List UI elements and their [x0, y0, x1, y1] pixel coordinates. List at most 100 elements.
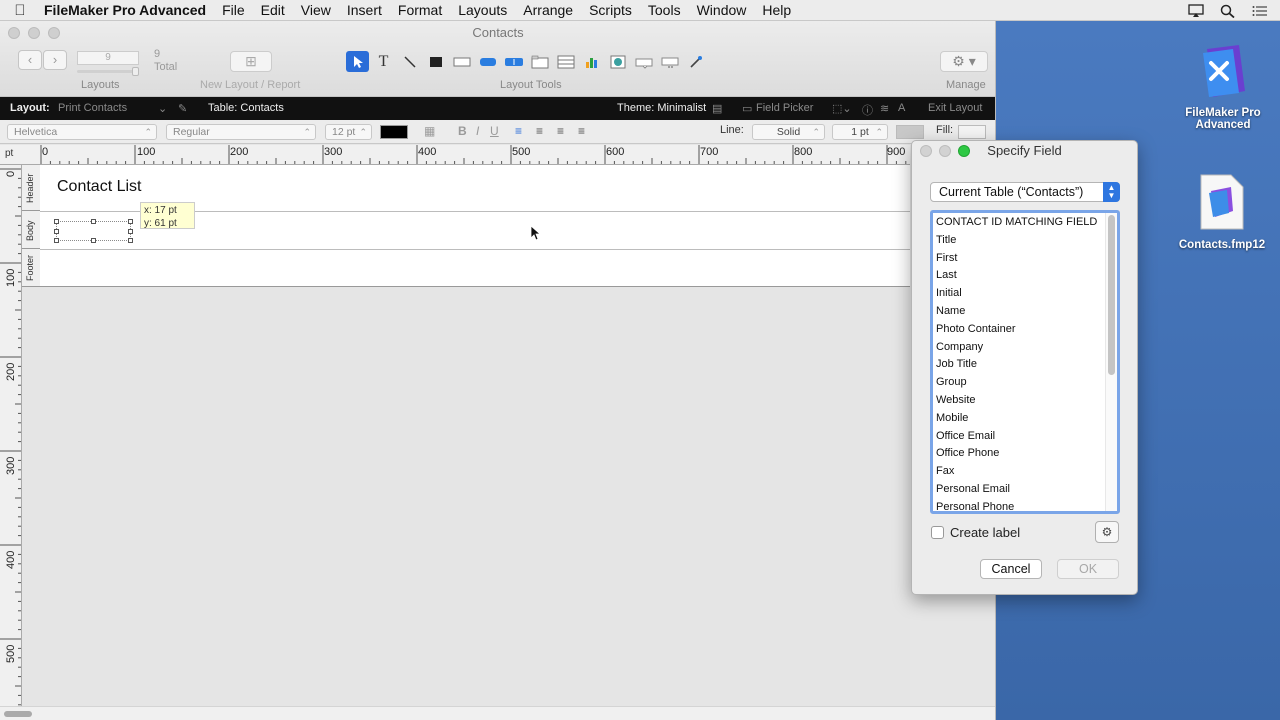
field-list-item[interactable]: Photo Container: [933, 321, 1117, 339]
change-theme-icon[interactable]: ▤: [712, 102, 722, 115]
field-list-item[interactable]: CONTACT ID MATCHING FIELD: [933, 214, 1117, 232]
field-list[interactable]: CONTACT ID MATCHING FIELD Title First Last I…: [930, 210, 1120, 514]
layout-canvas[interactable]: Header Body Footer Contact List x: 17 pt…: [22, 165, 910, 720]
body-part-tab[interactable]: Body: [22, 211, 40, 249]
field-list-item[interactable]: Personal Phone: [933, 499, 1117, 511]
line-tool[interactable]: [398, 51, 421, 72]
text-highlight-icon[interactable]: ▦: [424, 124, 435, 138]
menu-tools[interactable]: Tools: [640, 0, 689, 21]
dialog-minimize-button[interactable]: [939, 145, 951, 157]
field-list-item[interactable]: Office Email: [933, 428, 1117, 446]
font-style-selector[interactable]: Regular: [166, 124, 316, 140]
text-size-icon[interactable]: A: [898, 102, 905, 114]
field-list-scroll-track[interactable]: [1105, 213, 1117, 511]
align-right-icon[interactable]: ≡: [557, 124, 564, 138]
desktop-file-icon[interactable]: Contacts.fmp12: [1172, 173, 1272, 251]
horizontal-scrollbar[interactable]: [0, 706, 995, 720]
menu-insert[interactable]: Insert: [339, 0, 390, 21]
slider-thumb[interactable]: [132, 67, 139, 76]
field-picker-icon[interactable]: ▭: [742, 102, 752, 115]
text-color-swatch[interactable]: [380, 125, 408, 139]
desktop-app-icon[interactable]: FileMaker Pro Advanced: [1176, 41, 1270, 131]
menu-arrange[interactable]: Arrange: [515, 0, 581, 21]
field-list-item[interactable]: Company: [933, 339, 1117, 357]
inspector-info-icon[interactable]: ⓘ: [862, 102, 873, 118]
underline-icon[interactable]: U: [490, 124, 499, 138]
field-list-item[interactable]: Last: [933, 267, 1117, 285]
field-list-item[interactable]: First: [933, 250, 1117, 268]
resize-handle[interactable]: [128, 219, 133, 224]
field-picker-button[interactable]: Field Picker: [756, 102, 813, 114]
menu-help[interactable]: Help: [754, 0, 799, 21]
popover-button-tool[interactable]: [632, 51, 655, 72]
field-list-item[interactable]: Job Title: [933, 356, 1117, 374]
cancel-button[interactable]: Cancel: [980, 559, 1042, 579]
field-list-item[interactable]: Mobile: [933, 410, 1117, 428]
bold-icon[interactable]: B: [458, 124, 467, 138]
create-label-option[interactable]: Create label: [931, 525, 1020, 540]
scrollbar-thumb[interactable]: [4, 711, 32, 717]
exit-layout-button[interactable]: Exit Layout: [928, 102, 982, 114]
next-layout-button[interactable]: ›: [43, 50, 67, 70]
menu-format[interactable]: Format: [390, 0, 450, 21]
portal-tool[interactable]: [554, 51, 577, 72]
layout-number-field[interactable]: 9: [77, 51, 139, 65]
button-tool[interactable]: [476, 51, 499, 72]
font-size-selector[interactable]: 12 pt: [325, 124, 372, 140]
menu-view[interactable]: View: [293, 0, 339, 21]
menu-app-name[interactable]: FileMaker Pro Advanced: [40, 0, 214, 21]
field-list-item[interactable]: Fax: [933, 463, 1117, 481]
field-tool[interactable]: [450, 51, 473, 72]
notification-center-icon[interactable]: [1252, 4, 1268, 18]
field-list-scroll-thumb[interactable]: [1108, 215, 1115, 375]
edit-layout-pencil-icon[interactable]: ✎: [178, 102, 187, 115]
resize-handle[interactable]: [128, 229, 133, 234]
previous-layout-button[interactable]: ‹: [18, 50, 42, 70]
resize-handle[interactable]: [91, 238, 96, 243]
field-list-item[interactable]: Personal Email: [933, 481, 1117, 499]
line-width-selector[interactable]: 1 pt: [832, 124, 888, 140]
layout-selector[interactable]: Print Contacts: [58, 102, 127, 114]
new-layout-button[interactable]: ⊞: [230, 51, 272, 72]
italic-icon[interactable]: I: [476, 124, 479, 138]
rectangle-tool[interactable]: [424, 51, 447, 72]
label-options-button[interactable]: ⚙: [1095, 521, 1119, 543]
resize-handle[interactable]: [54, 219, 59, 224]
chart-tool[interactable]: [580, 51, 603, 72]
footer-part-tab[interactable]: Footer: [22, 249, 40, 287]
create-label-checkbox[interactable]: [931, 526, 944, 539]
align-justify-icon[interactable]: ≡: [578, 124, 585, 138]
spotlight-search-icon[interactable]: [1220, 4, 1236, 18]
align-left-icon[interactable]: ≡: [515, 124, 522, 138]
menu-window[interactable]: Window: [689, 0, 755, 21]
header-part-tab[interactable]: Header: [22, 165, 40, 211]
field-list-item[interactable]: Name: [933, 303, 1117, 321]
manage-button[interactable]: ⚙ ▾: [940, 51, 988, 72]
body-footer-divider[interactable]: [40, 249, 910, 250]
menu-scripts[interactable]: Scripts: [581, 0, 640, 21]
resize-handle[interactable]: [54, 229, 59, 234]
dialog-zoom-button[interactable]: [958, 145, 970, 157]
table-selector[interactable]: Current Table (“Contacts”) ▲ ▼: [930, 182, 1120, 202]
ok-button[interactable]: OK: [1057, 559, 1119, 579]
text-tool[interactable]: T: [372, 51, 395, 72]
menu-file[interactable]: File: [214, 0, 253, 21]
layers-icon[interactable]: ≋: [880, 102, 889, 115]
tab-control-tool[interactable]: [528, 51, 551, 72]
field-list-item[interactable]: Office Phone: [933, 445, 1117, 463]
contact-list-title[interactable]: Contact List: [57, 178, 141, 196]
new-field-object[interactable]: [54, 219, 133, 243]
layout-slider[interactable]: [77, 67, 139, 76]
resize-handle[interactable]: [54, 238, 59, 243]
field-list-item[interactable]: Initial: [933, 285, 1117, 303]
fill-color-swatch[interactable]: [958, 125, 986, 139]
menu-layouts[interactable]: Layouts: [450, 0, 515, 21]
ruler-unit[interactable]: pt: [0, 145, 22, 165]
line-color-swatch[interactable]: [896, 125, 924, 139]
web-viewer-tool[interactable]: [606, 51, 629, 72]
align-center-icon[interactable]: ≡: [536, 124, 543, 138]
apple-menu-icon[interactable]: : [0, 2, 40, 19]
field-list-item[interactable]: Website: [933, 392, 1117, 410]
menu-edit[interactable]: Edit: [253, 0, 293, 21]
object-visibility-icon[interactable]: ⬚⌄: [832, 102, 852, 115]
